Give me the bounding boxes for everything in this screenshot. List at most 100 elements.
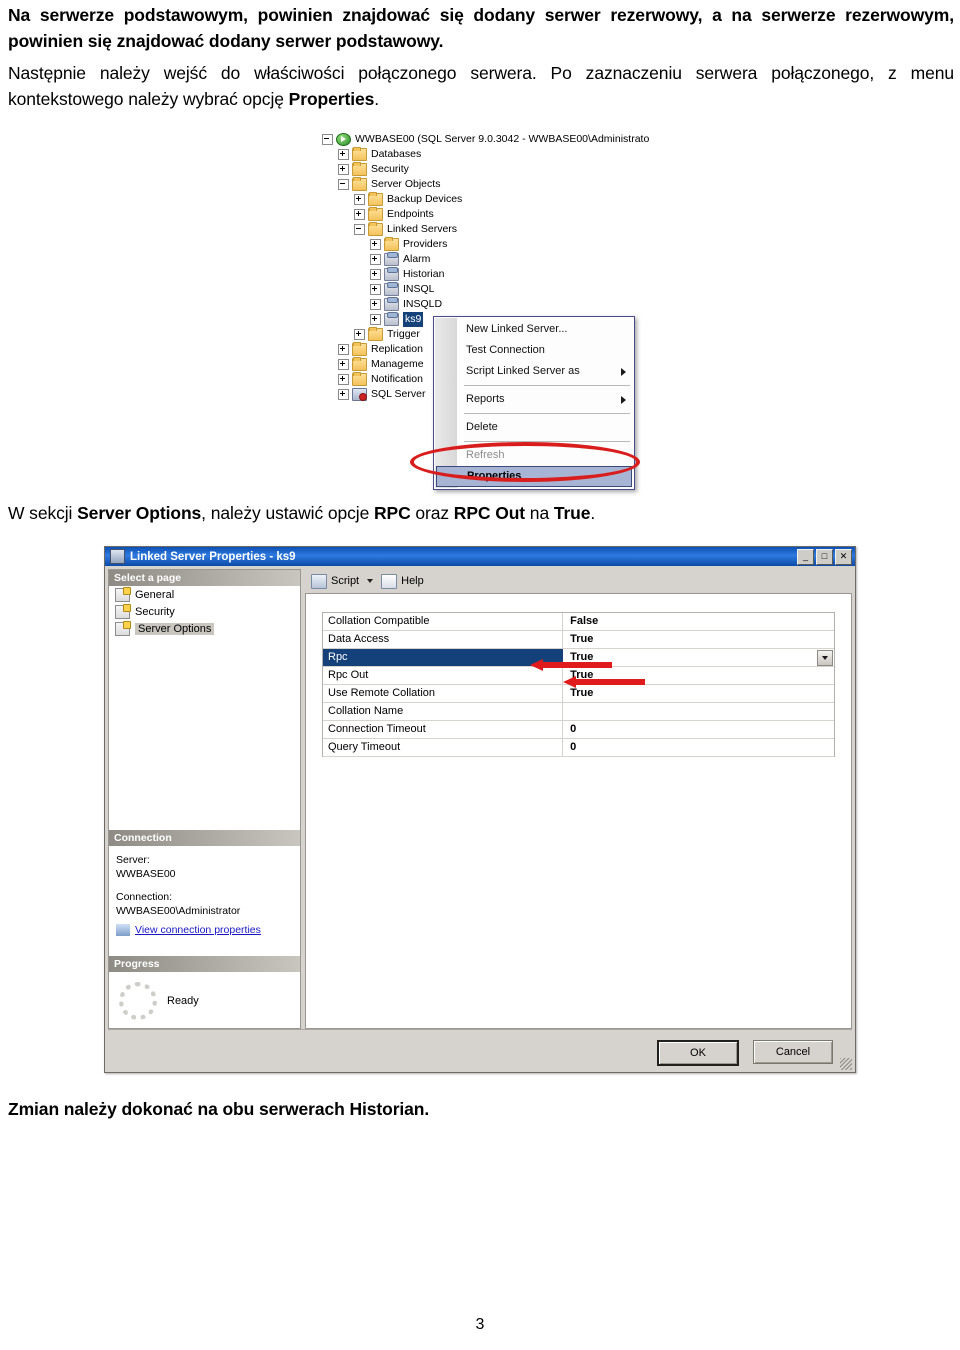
connection-properties-icon (116, 924, 130, 936)
property-value[interactable]: True (563, 667, 834, 684)
property-row[interactable]: Collation Name (323, 703, 834, 721)
page-item-label: Security (135, 605, 175, 618)
expander-minus-icon[interactable] (338, 179, 349, 190)
menu-item-refresh[interactable]: Refresh (434, 445, 634, 466)
property-row[interactable]: Use Remote Collation True (323, 685, 834, 703)
tree-node-providers[interactable]: Providers (370, 237, 447, 252)
tree-node-label: Manageme (371, 358, 424, 370)
help-icon (381, 573, 398, 589)
menu-item-script-linked-server-as[interactable]: Script Linked Server as (434, 361, 634, 382)
tree-node-replication[interactable]: Replication (338, 342, 423, 357)
connection-label: Connection: (116, 891, 173, 903)
expander-plus-icon[interactable] (354, 209, 365, 220)
close-button[interactable]: ✕ (835, 548, 852, 565)
tree-node-backup-devices[interactable]: Backup Devices (354, 192, 462, 207)
tree-node-endpoints[interactable]: Endpoints (354, 207, 434, 222)
window-controls: _ □ ✕ (797, 548, 852, 565)
minimize-button[interactable]: _ (797, 548, 814, 565)
tree-node-ks9[interactable]: ks9 (370, 312, 424, 327)
tree-node-linked-servers[interactable]: Linked Servers (354, 222, 457, 237)
left-navigation-pane: Select a page General Security Server Op… (108, 569, 301, 1029)
tree-node-insqld[interactable]: INSQLD (370, 297, 442, 312)
select-a-page-header: Select a page (109, 570, 300, 586)
expander-plus-icon[interactable] (338, 164, 349, 175)
view-connection-properties-link[interactable]: View connection properties (135, 924, 261, 936)
tree-node-historian[interactable]: Historian (370, 267, 444, 282)
expander-plus-icon[interactable] (338, 374, 349, 385)
page-item-general[interactable]: General (109, 586, 300, 603)
folder-icon (352, 357, 367, 371)
property-value[interactable]: True (563, 685, 834, 702)
property-row[interactable]: Query Timeout 0 (323, 739, 834, 757)
tree-node-alarm[interactable]: Alarm (370, 252, 430, 267)
tree-node-label: Security (371, 163, 409, 175)
tree-node-label: INSQLD (403, 298, 443, 310)
property-row-selected-rpc[interactable]: Rpc True (323, 649, 834, 667)
expander-minus-icon[interactable] (354, 224, 365, 235)
property-row[interactable]: Collation Compatible False (323, 613, 834, 631)
expander-plus-icon[interactable] (370, 269, 381, 280)
expander-minus-icon[interactable] (322, 134, 333, 145)
tree-node-label: Backup Devices (387, 193, 463, 205)
tree-node-notification[interactable]: Notification (338, 372, 423, 387)
expander-plus-icon[interactable] (354, 329, 365, 340)
script-dropdown-caret-icon[interactable] (367, 579, 374, 583)
page-item-server-options[interactable]: Server Options (109, 620, 300, 637)
tree-node-label: Trigger (387, 328, 420, 340)
menu-item-new-linked-server[interactable]: New Linked Server... (434, 319, 634, 340)
property-value[interactable]: 0 (563, 721, 834, 738)
expander-plus-icon[interactable] (370, 314, 381, 325)
tree-node-label: Endpoints (387, 208, 434, 220)
folder-icon (368, 327, 383, 341)
cancel-button[interactable]: Cancel (753, 1040, 833, 1064)
menu-item-reports[interactable]: Reports (434, 389, 634, 410)
expander-plus-icon[interactable] (338, 344, 349, 355)
page-item-security[interactable]: Security (109, 603, 300, 620)
property-name: Query Timeout (323, 739, 564, 756)
tree-node-server-objects[interactable]: Server Objects (338, 177, 440, 192)
tree-node-server[interactable]: WWBASE00 (SQL Server 9.0.3042 - WWBASE00… (322, 132, 649, 147)
menu-separator (464, 413, 630, 414)
tree-node-triggers[interactable]: Trigger (354, 327, 420, 342)
expander-plus-icon[interactable] (370, 299, 381, 310)
folder-icon (352, 177, 367, 191)
view-connection-properties-row[interactable]: View connection properties (109, 918, 300, 944)
menu-item-properties[interactable]: Properties (436, 466, 632, 487)
maximize-button[interactable]: □ (816, 548, 833, 565)
menu-item-delete[interactable]: Delete (434, 417, 634, 438)
expander-plus-icon[interactable] (338, 149, 349, 160)
help-button[interactable]: Help (381, 573, 424, 589)
tree-node-insql[interactable]: INSQL (370, 282, 435, 297)
expander-plus-icon[interactable] (338, 389, 349, 400)
tree-node-databases[interactable]: Databases (338, 147, 421, 162)
resize-grip[interactable] (840, 1058, 852, 1070)
expander-plus-icon[interactable] (338, 359, 349, 370)
ok-button[interactable]: OK (657, 1040, 739, 1066)
property-row[interactable]: Data Access True (323, 631, 834, 649)
tree-node-management[interactable]: Manageme (338, 357, 424, 372)
progress-row: Ready (109, 972, 300, 1020)
tree-node-label: Historian (403, 268, 445, 280)
property-row-rpc-out[interactable]: Rpc Out True (323, 667, 834, 685)
expander-plus-icon[interactable] (370, 239, 381, 250)
db-server-icon (336, 133, 351, 146)
property-value[interactable]: True (563, 631, 834, 648)
dialog-footer: OK Cancel (105, 1029, 855, 1072)
tree-node-sql-server-agent[interactable]: SQL Server (338, 387, 425, 402)
tree-node-security[interactable]: Security (338, 162, 409, 177)
script-button[interactable]: Script (311, 573, 359, 589)
expander-plus-icon[interactable] (370, 284, 381, 295)
connection-header: Connection (109, 830, 300, 846)
expander-plus-icon[interactable] (370, 254, 381, 265)
property-value[interactable]: True (563, 649, 834, 666)
property-value[interactable]: False (563, 613, 834, 630)
property-value[interactable] (563, 703, 834, 720)
dropdown-arrow-icon[interactable] (817, 650, 833, 666)
expander-plus-icon[interactable] (354, 194, 365, 205)
tree-node-label-selected: ks9 (403, 312, 424, 327)
section-emphasis-true: True (553, 503, 591, 523)
menu-item-test-connection[interactable]: Test Connection (434, 340, 634, 361)
property-row[interactable]: Connection Timeout 0 (323, 721, 834, 739)
property-value[interactable]: 0 (563, 739, 834, 756)
dialog-title-bar[interactable]: Linked Server Properties - ks9 _ □ ✕ (105, 547, 855, 566)
